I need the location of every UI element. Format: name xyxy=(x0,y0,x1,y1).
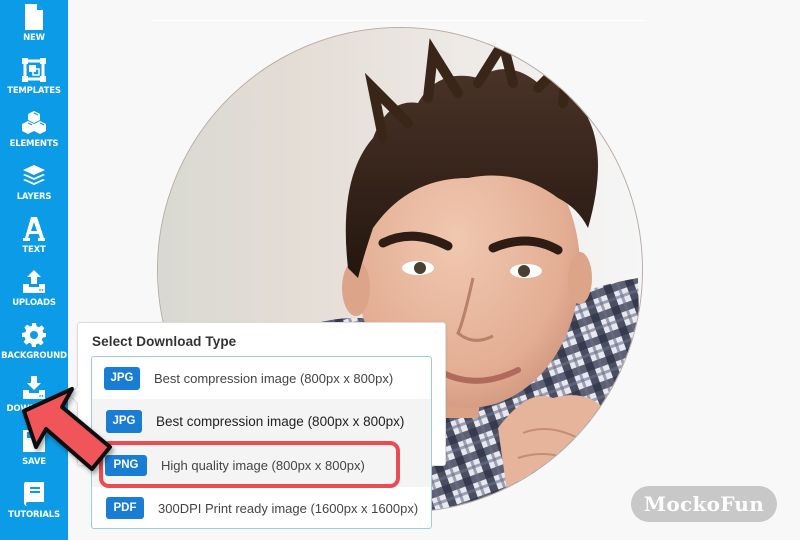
mockofun-watermark: MockoFun xyxy=(631,486,777,522)
download-options-list: JPG Best compression image (800px x 800p… xyxy=(91,356,432,529)
sidebar-item-templates[interactable]: TEMPLATES xyxy=(0,55,68,108)
format-badge: PDF xyxy=(106,497,144,519)
popup-title: Select Download Type xyxy=(92,334,237,349)
format-badge: PNG xyxy=(105,454,147,476)
sidebar-item-download[interactable]: DOWNLOAD xyxy=(0,373,68,426)
layers-icon xyxy=(22,163,46,189)
download-option-jpg-hover[interactable]: JPG Best compression image (800px x 800p… xyxy=(92,399,431,443)
option-description: 300DPI Print ready image (1600px x 1600p… xyxy=(158,500,419,516)
templates-icon xyxy=(22,57,46,83)
sidebar-item-text[interactable]: TEXT xyxy=(0,214,68,267)
download-option-png[interactable]: PNG High quality image (800px x 800px) xyxy=(92,443,431,487)
download-option-pdf[interactable]: PDF 300DPI Print ready image (1600px x 1… xyxy=(92,490,431,526)
cubes-icon xyxy=(22,110,46,136)
text-icon xyxy=(22,216,46,242)
page-edge xyxy=(152,20,645,21)
sidebar-item-save[interactable]: SAVE xyxy=(0,426,68,479)
book-icon xyxy=(22,481,46,507)
save-icon xyxy=(22,428,46,454)
sidebar-item-new[interactable]: NEW xyxy=(0,2,68,55)
sidebar-item-layers[interactable]: LAYERS xyxy=(0,161,68,214)
option-description: High quality image (800px x 800px) xyxy=(161,457,365,473)
file-icon xyxy=(22,4,46,30)
sidebar-item-background[interactable]: BACKGROUND xyxy=(0,320,68,373)
gear-icon xyxy=(22,322,46,348)
sidebar-item-tutorials[interactable]: TUTORIALS xyxy=(0,479,68,532)
option-description: Best compression image (800px x 800px) xyxy=(154,370,394,386)
upload-icon xyxy=(22,269,46,295)
option-description: Best compression image (800px x 800px) xyxy=(156,413,405,429)
format-badge: JPG xyxy=(106,409,142,433)
sidebar: NEW TEMPLATES ELEMENTS LAYERS TEXT UPLOA… xyxy=(0,0,68,540)
format-badge: JPG xyxy=(104,366,140,390)
app: NEW TEMPLATES ELEMENTS LAYERS TEXT UPLOA… xyxy=(0,0,800,540)
sidebar-item-uploads[interactable]: UPLOADS xyxy=(0,267,68,320)
sidebar-item-elements[interactable]: ELEMENTS xyxy=(0,108,68,161)
download-icon xyxy=(22,375,46,401)
download-option-jpg[interactable]: JPG Best compression image (800px x 800p… xyxy=(92,361,431,395)
